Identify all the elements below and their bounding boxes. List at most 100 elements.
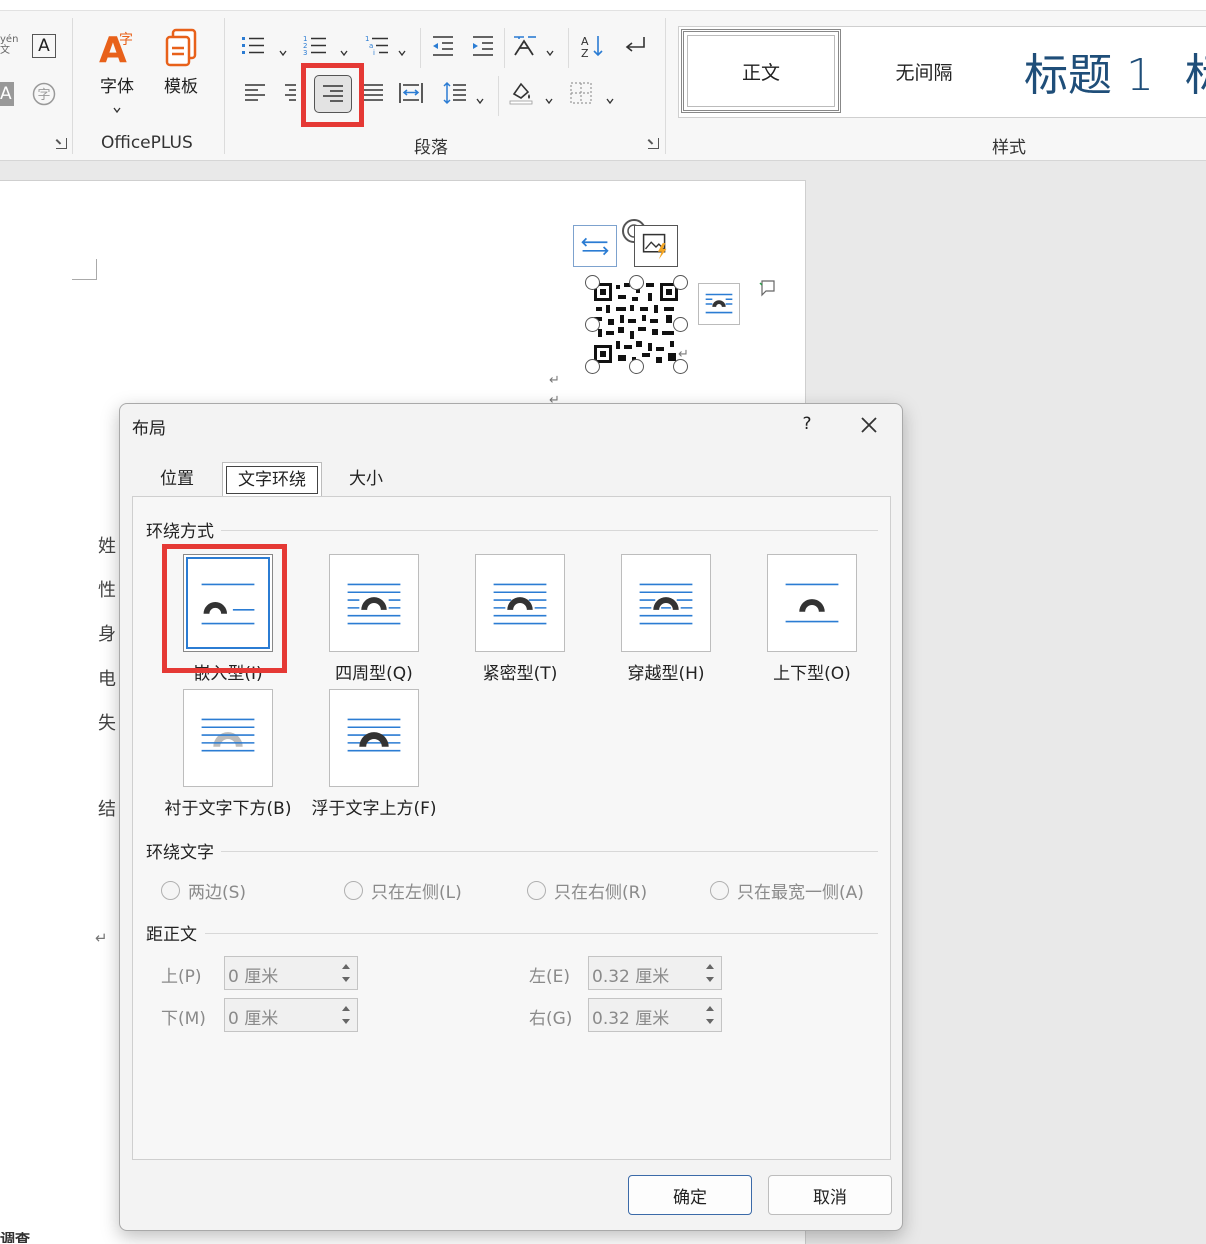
character-shading-label: A — [0, 84, 12, 104]
help-button[interactable]: ? — [792, 414, 822, 434]
distance-bottom-value: 0 厘米 — [228, 1009, 279, 1029]
distance-bottom-spinner[interactable]: 0 厘米 — [224, 998, 358, 1032]
asian-layout-icon[interactable] — [512, 33, 538, 59]
distance-left-spinner[interactable]: 0.32 厘米 — [588, 956, 722, 990]
radio-circle — [527, 881, 546, 900]
tab-position[interactable]: 位置 — [132, 462, 222, 496]
officeplus-font-button[interactable]: A字 字体 — [94, 28, 140, 114]
ribbon-separator — [504, 28, 505, 68]
sort-icon[interactable]: AZ — [580, 33, 606, 60]
align-left-icon[interactable] — [242, 80, 268, 106]
ribbon-separator — [224, 18, 225, 154]
resize-handle[interactable] — [585, 275, 600, 290]
line-spacing-icon[interactable] — [442, 80, 468, 106]
wrap-top-bottom-icon — [768, 555, 856, 651]
enclose-characters-icon[interactable]: 字 — [32, 82, 56, 106]
phonetic-fragment-2: 文 — [0, 45, 10, 56]
ribbon-separator — [72, 18, 73, 154]
paragraph-dialog-launcher-icon[interactable] — [648, 138, 659, 149]
font-dialog-launcher-icon[interactable] — [56, 138, 67, 149]
ok-button[interactable]: 确定 — [628, 1175, 752, 1215]
doc-text-fragment: 电 — [98, 669, 116, 690]
style-heading-1[interactable]: 标题 1 — [1009, 27, 1169, 115]
margin-corner-mark — [72, 259, 97, 280]
style-normal-label: 正文 — [741, 61, 780, 84]
paragraph-mark: ↵ — [549, 373, 560, 388]
decrease-indent-icon[interactable] — [430, 33, 456, 59]
chevron-down-icon[interactable] — [476, 90, 484, 105]
style-no-spacing[interactable]: 无间隔 — [849, 27, 999, 115]
chevron-down-icon[interactable] — [545, 90, 553, 105]
chevron-down-icon[interactable] — [398, 42, 406, 57]
spin-arrows-icon[interactable] — [337, 1001, 355, 1029]
layout-options-button-icon[interactable] — [698, 283, 740, 325]
dialog-title: 布局 — [132, 419, 166, 439]
chevron-down-icon[interactable] — [279, 42, 287, 57]
chevron-down-icon[interactable] — [340, 42, 348, 57]
style-no-spacing-label: 无间隔 — [895, 61, 953, 84]
wrap-right-only-radio[interactable]: 只在右侧(R) — [527, 878, 647, 903]
spin-arrows-icon[interactable] — [337, 959, 355, 987]
spin-arrows-icon[interactable] — [701, 959, 719, 987]
phonetic-guide-button[interactable]: yén 文 — [0, 34, 18, 60]
borders-icon[interactable] — [568, 80, 594, 106]
paragraph-mark: ↵ — [678, 347, 689, 362]
wrap-square-option[interactable] — [329, 554, 419, 652]
resize-handle[interactable] — [629, 359, 644, 374]
show-formatting-marks-icon[interactable] — [622, 33, 648, 59]
distance-right-spinner[interactable]: 0.32 厘米 — [588, 998, 722, 1032]
chevron-down-icon[interactable] — [546, 42, 554, 57]
tab-text-wrapping[interactable]: 文字环绕 — [222, 462, 322, 496]
distributed-icon[interactable] — [398, 80, 424, 106]
style-heading-2[interactable]: 标 — [1185, 27, 1206, 115]
wrap-tight-option[interactable] — [475, 554, 565, 652]
multilevel-list-icon[interactable]: 1ai — [364, 33, 390, 59]
spin-arrows-icon[interactable] — [701, 1001, 719, 1029]
distance-top-spinner[interactable]: 0 厘米 — [224, 956, 358, 990]
doc-text-fragment: 姓 — [98, 536, 116, 557]
resize-handle[interactable] — [585, 359, 600, 374]
doc-text-fragment: 失 — [98, 713, 116, 734]
numbering-icon[interactable]: 123 — [302, 33, 328, 59]
style-normal[interactable]: 正文 — [681, 29, 841, 113]
tab-size[interactable]: 大小 — [324, 462, 408, 496]
resize-handle[interactable] — [585, 317, 600, 332]
close-icon[interactable] — [854, 410, 884, 440]
align-right-button[interactable] — [314, 75, 352, 113]
resize-handle[interactable] — [673, 317, 688, 332]
align-center-icon[interactable] — [282, 80, 296, 106]
wrap-inline-option[interactable] — [183, 554, 273, 652]
ribbon-separator — [665, 18, 666, 154]
paragraph-group-label: 段落 — [414, 138, 448, 158]
officeplus-template-button[interactable]: 模板 — [158, 28, 204, 97]
cancel-button[interactable]: 取消 — [768, 1175, 892, 1215]
ribbon-separator — [568, 28, 569, 68]
wrap-through-icon — [622, 555, 710, 651]
align-right-icon — [320, 81, 346, 107]
wrap-through-option[interactable] — [621, 554, 711, 652]
layout-options-icon[interactable] — [573, 225, 617, 267]
justify-icon[interactable] — [360, 80, 386, 106]
wrap-both-sides-radio[interactable]: 两边(S) — [161, 878, 246, 903]
officeplus-font-label: 字体 — [100, 77, 134, 97]
wrap-largest-only-radio[interactable]: 只在最宽一侧(A) — [710, 878, 864, 903]
qr-code-image[interactable] — [592, 281, 680, 365]
wrap-left-only-radio[interactable]: 只在左侧(L) — [344, 878, 462, 903]
wrap-inline-label: 嵌入型(I) — [193, 664, 263, 684]
character-shading-button[interactable]: A — [0, 82, 14, 106]
doc-text-fragment: 结 — [98, 799, 116, 820]
wrap-top-bottom-option[interactable] — [767, 554, 857, 652]
resize-handle[interactable] — [629, 275, 644, 290]
wrap-behind-text-option[interactable] — [183, 689, 273, 787]
increase-indent-icon[interactable] — [470, 33, 496, 59]
doc-bottom-text: 调查 — [0, 1232, 31, 1243]
shading-icon[interactable] — [508, 80, 534, 106]
chevron-down-icon[interactable] — [606, 90, 614, 105]
bullets-icon[interactable] — [240, 33, 266, 59]
image-quick-action-icon[interactable] — [634, 225, 678, 267]
resize-handle[interactable] — [673, 275, 688, 290]
style-heading-2-label: 标 — [1185, 39, 1206, 103]
character-border-button[interactable]: A — [32, 34, 56, 58]
wrap-in-front-option[interactable] — [329, 689, 419, 787]
distance-right-label: 右(G) — [529, 1009, 573, 1029]
